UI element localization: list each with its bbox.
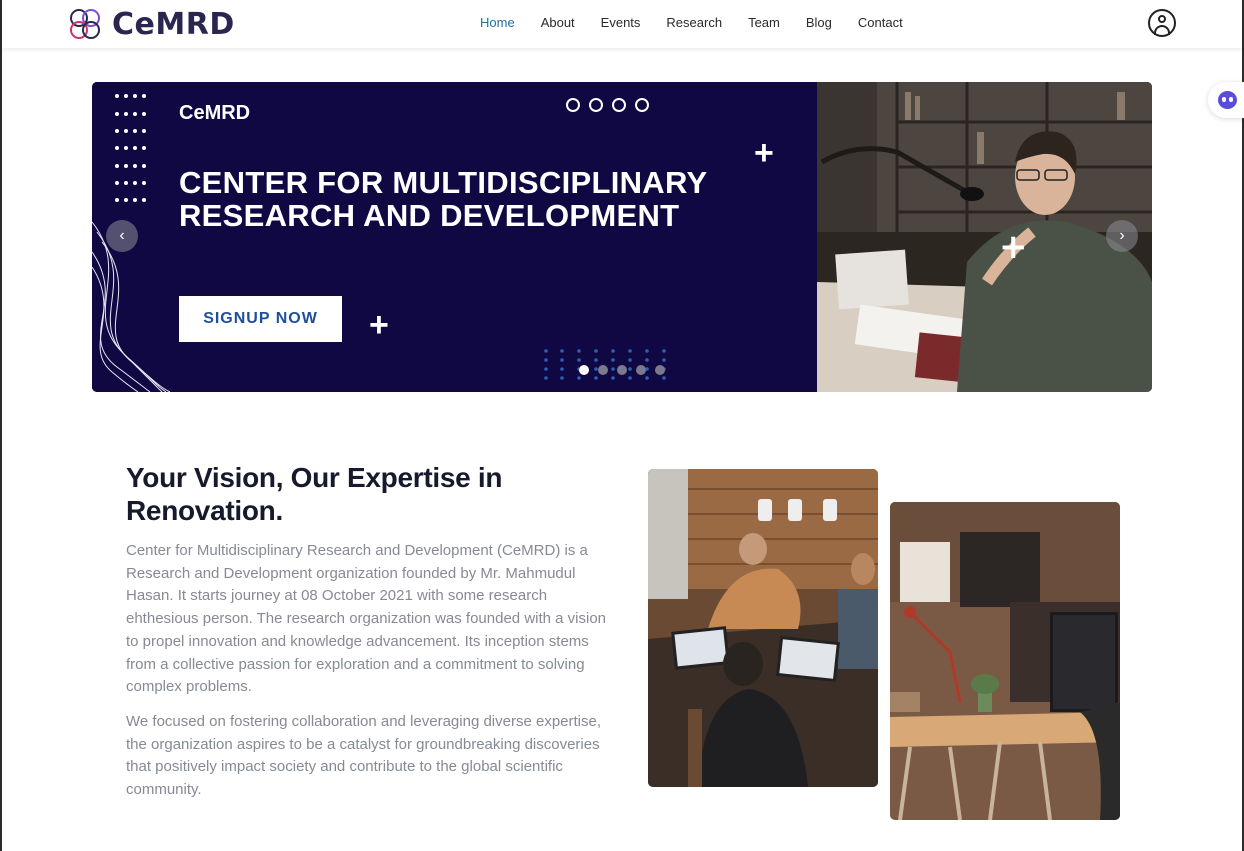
user-account-icon[interactable] <box>1148 9 1176 37</box>
office-desk-photo <box>890 502 1120 820</box>
carousel-dot[interactable] <box>579 365 589 375</box>
chevron-right-icon[interactable]: › <box>1106 220 1138 252</box>
logo-text: CeMRD <box>112 6 235 42</box>
carousel-indicators <box>579 365 665 375</box>
hero-banner: CeMRD CENTER FOR MULTIDISCIPLINARY RESEA… <box>92 82 817 392</box>
chat-bot-icon <box>1218 91 1237 109</box>
nav-home[interactable]: Home <box>480 15 515 30</box>
plus-icon: + <box>369 306 389 344</box>
carousel-dot[interactable] <box>655 365 665 375</box>
carousel-dot[interactable] <box>598 365 608 375</box>
svg-text:+: + <box>999 227 1028 267</box>
about-paragraph-1: Center for Multidisciplinary Research an… <box>126 542 607 696</box>
chevron-left-icon[interactable]: ‹ <box>106 220 138 252</box>
decorative-dot-grid <box>115 94 146 202</box>
carousel-dot[interactable] <box>636 365 646 375</box>
main-nav: Home About Events Research Team Blog Con… <box>480 15 929 30</box>
about-paragraph-2: We focused on fostering collaboration an… <box>126 713 602 799</box>
carousel-dot[interactable] <box>617 365 627 375</box>
nav-team[interactable]: Team <box>748 15 780 30</box>
signup-button[interactable]: SIGNUP NOW <box>179 296 342 342</box>
plus-icon: + <box>754 134 774 172</box>
hero-title: CENTER FOR MULTIDISCIPLINARY RESEARCH AN… <box>179 165 707 233</box>
chat-widget-button[interactable] <box>1208 82 1244 118</box>
team-working-photo <box>648 469 878 787</box>
hero-carousel: CeMRD CENTER FOR MULTIDISCIPLINARY RESEA… <box>92 82 1152 392</box>
hero-brand: CeMRD <box>179 102 251 124</box>
hero-student-photo: + › <box>817 82 1152 392</box>
nav-about[interactable]: About <box>541 15 575 30</box>
decorative-rings <box>566 98 649 112</box>
nav-research[interactable]: Research <box>666 15 722 30</box>
site-header: CeMRD Home About Events Research Team Bl… <box>2 0 1242 48</box>
nav-blog[interactable]: Blog <box>806 15 832 30</box>
about-title: Your Vision, Our Expertise in Renovation… <box>126 462 503 526</box>
site-logo[interactable]: CeMRD <box>66 5 235 43</box>
nav-events[interactable]: Events <box>601 15 641 30</box>
logo-mark-icon <box>70 9 100 39</box>
nav-contact[interactable]: Contact <box>858 15 903 30</box>
